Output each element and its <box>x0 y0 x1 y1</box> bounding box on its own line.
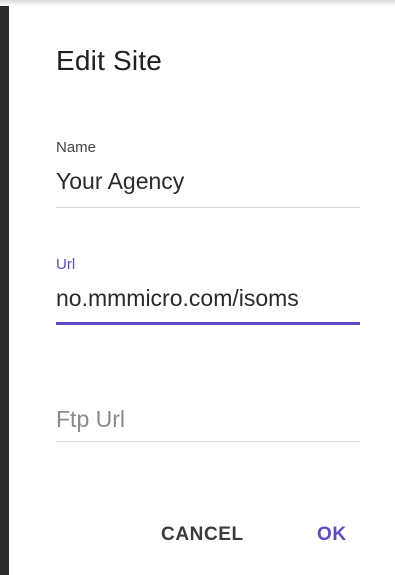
name-input[interactable]: Your Agency <box>56 168 360 195</box>
window-edge <box>0 0 9 575</box>
screen: Edit Site Name Your Agency Url no.mmmicr… <box>0 0 395 575</box>
ftp-url-underline <box>56 441 360 442</box>
url-label: Url <box>56 256 76 273</box>
ok-button[interactable]: OK <box>317 524 347 546</box>
name-label: Name <box>56 139 97 156</box>
ftp-url-input[interactable]: Ftp Url <box>56 406 125 433</box>
name-field[interactable]: Name Your Agency <box>56 134 360 214</box>
ftp-url-field[interactable]: Ftp Url <box>56 396 360 446</box>
cancel-button[interactable]: CANCEL <box>161 524 244 546</box>
edit-site-dialog: Edit Site Name Your Agency Url no.mmmicr… <box>9 6 395 575</box>
url-underline <box>56 322 360 325</box>
name-underline <box>56 207 360 208</box>
url-field[interactable]: Url no.mmmicro.com/isoms <box>56 251 360 331</box>
url-input[interactable]: no.mmmicro.com/isoms <box>56 285 360 312</box>
dialog-title: Edit Site <box>56 45 163 76</box>
